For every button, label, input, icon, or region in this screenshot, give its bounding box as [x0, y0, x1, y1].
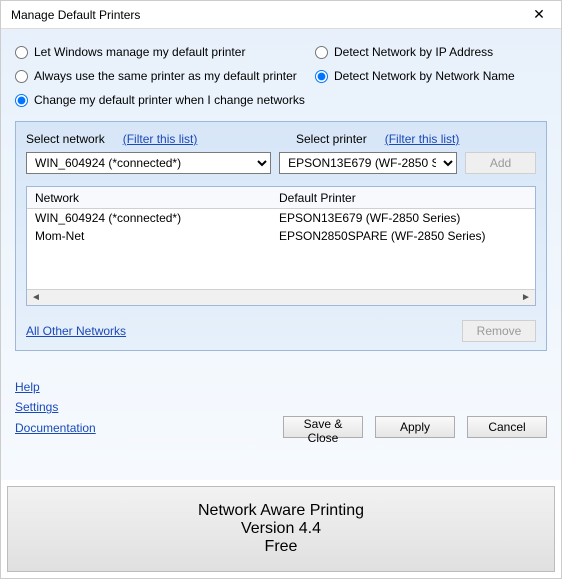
content-area: Let Windows manage my default printer De… — [1, 29, 561, 480]
window: Manage Default Printers ✕ Let Windows ma… — [0, 0, 562, 579]
radio-label: Detect Network by IP Address — [334, 45, 493, 59]
mapping-table: Network Default Printer WIN_604924 (*con… — [26, 186, 536, 306]
settings-link[interactable]: Settings — [15, 400, 58, 414]
radio-input[interactable] — [315, 46, 328, 59]
help-link[interactable]: Help — [15, 380, 40, 394]
cell-printer: EPSON13E679 (WF-2850 Series) — [273, 211, 535, 225]
cell-printer: EPSON2850SPARE (WF-2850 Series) — [273, 229, 535, 243]
radio-windows-manage[interactable]: Let Windows manage my default printer — [15, 45, 315, 59]
add-button[interactable]: Add — [465, 152, 536, 174]
filter-printer-link[interactable]: (Filter this list) — [385, 132, 460, 146]
window-title: Manage Default Printers — [11, 8, 140, 22]
cell-network: Mom-Net — [27, 229, 273, 243]
table-row[interactable]: Mom-Net EPSON2850SPARE (WF-2850 Series) — [27, 227, 535, 245]
remove-button[interactable]: Remove — [462, 320, 536, 342]
radio-input[interactable] — [315, 70, 328, 83]
horizontal-scrollbar[interactable]: ◄ ► — [27, 289, 535, 305]
network-dropdown[interactable]: WIN_604924 (*connected*) — [26, 152, 271, 174]
radio-label: Change my default printer when I change … — [34, 93, 305, 107]
banner-title: Network Aware Printing — [198, 502, 364, 520]
radio-detect-ip[interactable]: Detect Network by IP Address — [315, 45, 547, 59]
table-header: Network Default Printer — [27, 187, 535, 209]
apply-button[interactable]: Apply — [375, 416, 455, 438]
select-network-label: Select network — [26, 132, 105, 146]
radio-input[interactable] — [15, 46, 28, 59]
close-icon[interactable]: ✕ — [525, 6, 553, 23]
radio-input[interactable] — [15, 94, 28, 107]
table-body: WIN_604924 (*connected*) EPSON13E679 (WF… — [27, 209, 535, 289]
product-banner[interactable]: Network Aware Printing Version 4.4 Free — [7, 486, 555, 572]
table-row[interactable]: WIN_604924 (*connected*) EPSON13E679 (WF… — [27, 209, 535, 227]
col-header-default[interactable]: Default Printer — [273, 191, 535, 205]
below-table-row: All Other Networks Remove — [26, 320, 536, 342]
cancel-button[interactable]: Cancel — [467, 416, 547, 438]
radio-change-networks[interactable]: Change my default printer when I change … — [15, 93, 315, 107]
radio-detect-name[interactable]: Detect Network by Network Name — [315, 69, 547, 83]
scroll-right-icon[interactable]: ► — [519, 292, 533, 303]
col-header-network[interactable]: Network — [27, 191, 273, 205]
banner-edition: Free — [265, 538, 298, 556]
radio-label: Always use the same printer as my defaul… — [34, 69, 297, 83]
radio-label: Let Windows manage my default printer — [34, 45, 245, 59]
radio-always-same[interactable]: Always use the same printer as my defaul… — [15, 69, 315, 83]
scroll-left-icon[interactable]: ◄ — [29, 292, 43, 303]
radio-group: Let Windows manage my default printer De… — [15, 45, 547, 107]
all-other-networks-link[interactable]: All Other Networks — [26, 324, 126, 338]
select-printer-label: Select printer — [296, 132, 367, 146]
printer-dropdown[interactable]: EPSON13E679 (WF-2850 Series) — [279, 152, 457, 174]
panel-controls-row: WIN_604924 (*connected*) EPSON13E679 (WF… — [26, 152, 536, 174]
selection-panel: Select network (Filter this list) Select… — [15, 121, 547, 351]
save-close-button[interactable]: Save & Close — [283, 416, 363, 438]
banner-area: Network Aware Printing Version 4.4 Free — [1, 480, 561, 578]
cell-network: WIN_604924 (*connected*) — [27, 211, 273, 225]
titlebar: Manage Default Printers ✕ — [1, 1, 561, 29]
radio-input[interactable] — [15, 70, 28, 83]
radio-label: Detect Network by Network Name — [334, 69, 515, 83]
banner-version: Version 4.4 — [241, 520, 321, 538]
filter-network-link[interactable]: (Filter this list) — [123, 132, 198, 146]
panel-labels-row: Select network (Filter this list) Select… — [26, 132, 536, 146]
dialog-buttons: Save & Close Apply Cancel — [15, 416, 547, 438]
